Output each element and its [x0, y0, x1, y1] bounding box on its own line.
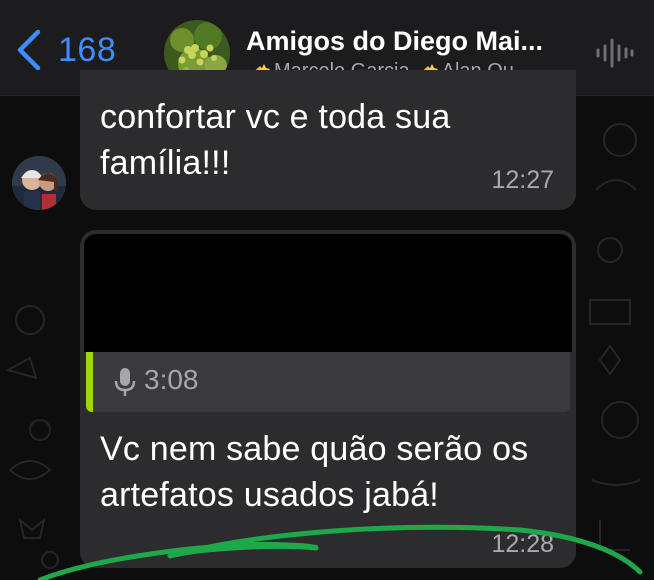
message-text: confortar vc e toda sua: [100, 98, 451, 136]
message-time: 12:28: [491, 530, 554, 558]
message-text: família!!!: [100, 144, 231, 182]
group-name[interactable]: Amigos do Diego Mai...: [246, 26, 576, 57]
message-time: 12:27: [491, 166, 554, 194]
unread-count: 168: [58, 30, 117, 69]
reply-accent-bar: [86, 352, 93, 412]
message-bubble[interactable]: confortar vc e toda sua família!!! 12:27: [80, 70, 576, 210]
chevron-left-icon: [17, 29, 41, 71]
message-text: artefatos usados jabá!: [100, 476, 439, 514]
microphone-icon: [114, 368, 136, 396]
message-bubble[interactable]: 3:08 Vc nem sabe quão serão os artefatos…: [80, 230, 576, 568]
back-button[interactable]: 168: [14, 28, 116, 72]
voice-duration: 3:08: [144, 364, 199, 395]
quoted-voice-message[interactable]: 3:08: [86, 352, 570, 412]
voice-wave-icon[interactable]: [594, 38, 634, 68]
chat-screen: 168 Amigos do Diego Mai... confortar vc …: [0, 0, 654, 580]
sender-avatar[interactable]: [12, 156, 66, 210]
message-text: Vc nem sabe quão serão os: [100, 430, 529, 468]
redacted-media: [84, 234, 572, 352]
